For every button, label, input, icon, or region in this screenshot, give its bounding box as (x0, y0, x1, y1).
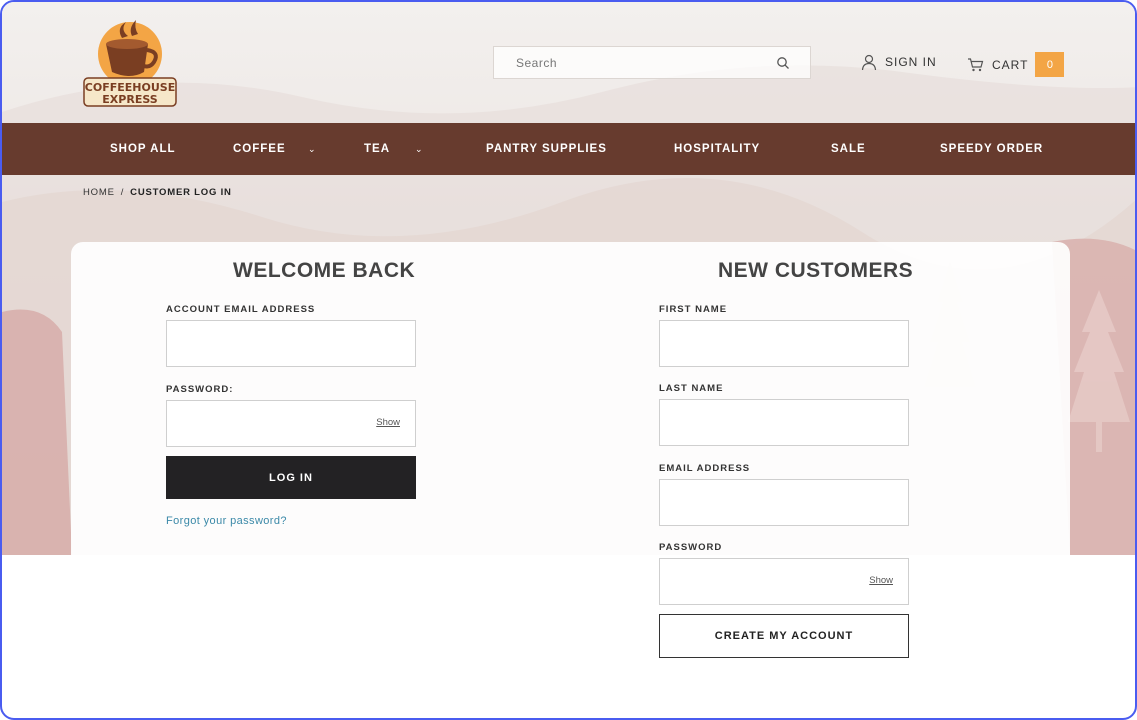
login-email-input[interactable] (167, 321, 415, 366)
login-show-password-toggle[interactable]: Show (376, 417, 400, 428)
login-password-field-box: Show (166, 400, 416, 447)
nav-item-tea[interactable]: TEA (364, 123, 390, 175)
login-password-label: PASSWORD: (166, 384, 234, 395)
first-name-label: FIRST NAME (659, 304, 728, 315)
search-input[interactable] (494, 47, 810, 78)
sign-in-label: SIGN IN (885, 55, 937, 69)
nav-item-shop-all[interactable]: SHOP ALL (110, 123, 176, 175)
breadcrumb: HOME / CUSTOMER LOG IN (83, 187, 232, 198)
log-in-button[interactable]: LOG IN (166, 456, 416, 499)
first-name-field-box (659, 320, 909, 367)
main-nav: SHOP ALL COFFEE ⌄ TEA ⌄ PANTRY SUPPLIES … (2, 123, 1135, 175)
logo-text-line2: EXPRESS (102, 93, 157, 106)
login-email-label: ACCOUNT EMAIL ADDRESS (166, 304, 316, 315)
cart-label: CART (992, 57, 1029, 72)
nav-item-sale[interactable]: SALE (831, 123, 866, 175)
register-show-password-toggle[interactable]: Show (869, 575, 893, 586)
breadcrumb-current: CUSTOMER LOG IN (130, 187, 232, 198)
search-icon[interactable] (776, 56, 790, 70)
chevron-down-icon[interactable]: ⌄ (308, 123, 316, 175)
cart-count-badge: 0 (1035, 52, 1065, 77)
register-email-input[interactable] (660, 480, 908, 525)
account-card: WELCOME BACK ACCOUNT EMAIL ADDRESS PASSW… (71, 242, 1070, 682)
cart-icon (968, 57, 984, 71)
sign-in-link[interactable]: SIGN IN (861, 54, 937, 70)
search-bar (493, 46, 811, 79)
chevron-down-icon[interactable]: ⌄ (415, 123, 423, 175)
last-name-input[interactable] (660, 400, 908, 445)
nav-item-hospitality[interactable]: HOSPITALITY (674, 123, 760, 175)
nav-item-pantry-supplies[interactable]: PANTRY SUPPLIES (486, 123, 607, 175)
user-icon (861, 54, 877, 70)
nav-item-coffee[interactable]: COFFEE (233, 123, 286, 175)
cart-link[interactable]: CART 0 (967, 52, 1065, 77)
login-email-field-box (166, 320, 416, 367)
login-title: WELCOME BACK (233, 259, 416, 282)
register-email-label: EMAIL ADDRESS (659, 463, 751, 474)
last-name-label: LAST NAME (659, 383, 724, 394)
forgot-password-link[interactable]: Forgot your password? (166, 515, 287, 527)
site-header: COFFEEHOUSE EXPRESS SIGN IN (2, 2, 1135, 123)
breadcrumb-home[interactable]: HOME (83, 187, 115, 198)
page-frame: COFFEEHOUSE EXPRESS SIGN IN (0, 0, 1137, 720)
first-name-input[interactable] (660, 321, 908, 366)
brand-logo[interactable]: COFFEEHOUSE EXPRESS (82, 14, 178, 108)
register-password-label: PASSWORD (659, 542, 723, 553)
create-account-button[interactable]: CREATE MY ACCOUNT (659, 614, 909, 658)
nav-item-speedy-order[interactable]: SPEEDY ORDER (940, 123, 1043, 175)
last-name-field-box (659, 399, 909, 446)
register-password-field-box: Show (659, 558, 909, 605)
register-title: NEW CUSTOMERS (718, 259, 914, 282)
breadcrumb-separator: / (120, 187, 125, 198)
register-email-field-box (659, 479, 909, 526)
